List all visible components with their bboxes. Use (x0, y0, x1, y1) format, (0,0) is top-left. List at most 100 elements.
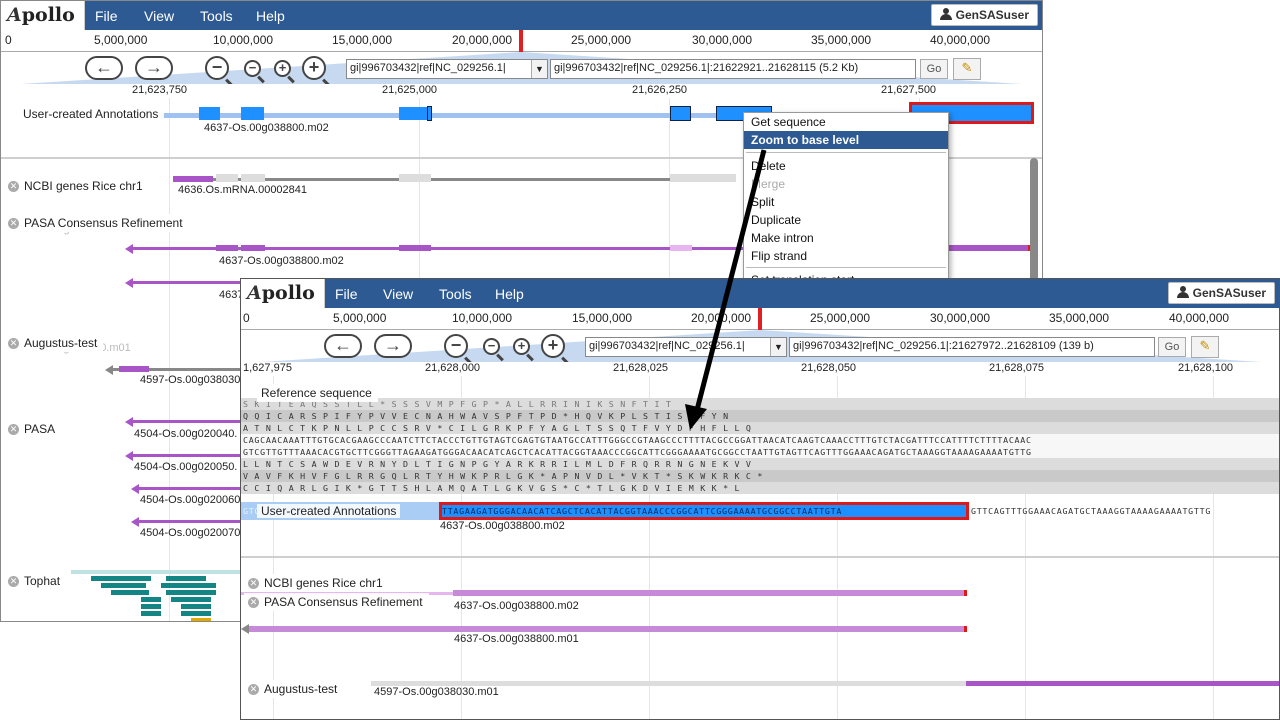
zoom-in-small-button[interactable]: + (513, 338, 530, 355)
zoom-in-small-button[interactable]: + (274, 60, 291, 77)
menu-flip-strand[interactable]: Flip strand (744, 247, 948, 265)
highlight-button[interactable]: ✎ (1191, 336, 1219, 358)
close-icon[interactable]: ✕ (8, 338, 19, 349)
tophat-read[interactable] (181, 611, 211, 616)
pasa-exon[interactable] (216, 245, 238, 251)
annotation-exon[interactable] (399, 107, 427, 120)
menu-delete[interactable]: Delete (744, 157, 948, 175)
menu-make-intron[interactable]: Make intron (744, 229, 948, 247)
augustus-exon[interactable] (119, 366, 149, 372)
close-icon[interactable]: ✕ (248, 578, 259, 589)
pan-left-button[interactable]: ← (324, 334, 362, 358)
pasa-transcript-line[interactable] (131, 454, 241, 457)
track-label-ncbi[interactable]: ✕ NCBI genes Rice chr1 (4, 177, 149, 195)
track-label-pasa-consensus[interactable]: ✕ PASA Consensus Refinement (244, 593, 429, 611)
pasa-transcript-line[interactable] (137, 487, 241, 490)
pasa-transcript-line[interactable] (137, 520, 241, 523)
annotation-exon[interactable] (427, 106, 432, 121)
track-label-augustus[interactable]: ✕ Augustus-test (244, 680, 344, 698)
menu-help[interactable]: Help (495, 286, 524, 302)
reference-sequence-select[interactable]: gi|996703432|ref|NC_029256.1| ▼ (346, 59, 548, 79)
ncbi-gene-exon[interactable] (241, 174, 265, 182)
tophat-read[interactable] (91, 576, 151, 581)
location-input[interactable]: gi|996703432|ref|NC_029256.1|:21627972..… (789, 337, 1155, 357)
pasa-transcript-line[interactable] (131, 281, 241, 284)
go-button[interactable]: Go (920, 59, 948, 79)
pan-right-button[interactable]: → (135, 56, 173, 80)
tophat-read[interactable] (111, 590, 149, 595)
track-label-tophat[interactable]: ✕ Tophat (4, 572, 67, 590)
track-label-reference-sequence[interactable]: Reference sequence (257, 384, 378, 402)
close-icon[interactable]: ✕ (8, 218, 19, 229)
augustus-exon[interactable] (966, 681, 1279, 686)
tophat-read[interactable] (71, 570, 241, 574)
menu-zoom-to-base-level[interactable]: Zoom to base level (744, 131, 948, 149)
ncbi-gene-exon[interactable] (216, 174, 238, 182)
menu-view[interactable]: View (144, 8, 174, 24)
close-icon[interactable]: ✕ (8, 181, 19, 192)
track-label-user-annotations[interactable]: User-created Annotations (257, 504, 401, 518)
menu-view[interactable]: View (383, 286, 413, 302)
ncbi-gene-exon[interactable] (399, 174, 431, 182)
track-label-pasa[interactable]: ✕ PASA (4, 420, 62, 438)
pan-left-button[interactable]: ← (85, 56, 123, 80)
track-label-pasa-consensus[interactable]: ✕ PASA Consensus Refinement (4, 214, 189, 232)
track-label-ncbi[interactable]: ✕ NCBI genes Rice chr1 (244, 574, 389, 592)
menu-split[interactable]: Split (744, 193, 948, 211)
pasa-exon[interactable] (241, 245, 265, 251)
tophat-read[interactable] (166, 590, 216, 595)
menu-duplicate[interactable]: Duplicate (744, 211, 948, 229)
overview-ruler[interactable]: 0 5,000,000 10,000,000 15,000,000 20,000… (1, 30, 1042, 52)
overview-position-marker[interactable] (758, 308, 762, 330)
location-input[interactable]: gi|996703432|ref|NC_029256.1|:21622921..… (550, 59, 916, 79)
tophat-read-mismatch[interactable] (191, 618, 211, 621)
tophat-read[interactable] (101, 583, 146, 588)
tophat-read[interactable] (141, 597, 161, 602)
tophat-read[interactable] (181, 604, 211, 609)
go-button[interactable]: Go (1158, 337, 1186, 357)
ncbi-gene-utr[interactable] (173, 176, 213, 182)
tophat-read[interactable] (141, 604, 161, 609)
ncbi-gene-exon[interactable] (670, 174, 736, 182)
pasa-exon[interactable] (247, 626, 967, 632)
pan-right-button[interactable]: → (374, 334, 412, 358)
zoom-out-small-button[interactable]: − (483, 338, 500, 355)
close-icon[interactable]: ✕ (8, 576, 19, 587)
menu-help[interactable]: Help (256, 8, 285, 24)
menu-get-sequence[interactable]: Get sequence (744, 113, 948, 131)
tophat-read[interactable] (161, 583, 216, 588)
menu-tools[interactable]: Tools (439, 286, 472, 302)
annotation-selected-sequence[interactable]: TTAGAAGATGGGACAACATCAGCTCACATTACGGTAAACC… (439, 502, 969, 520)
menu-file[interactable]: File (95, 8, 118, 24)
zoom-in-large-button[interactable]: + (541, 334, 565, 358)
pasa-transcript-line[interactable] (131, 420, 241, 423)
annotation-exon[interactable] (670, 106, 691, 121)
zoom-in-large-button[interactable]: + (302, 56, 326, 80)
user-button[interactable]: GenSASuser (1167, 282, 1275, 304)
pasa-exon[interactable] (949, 245, 1031, 251)
tophat-read[interactable] (171, 597, 211, 602)
reference-sequence-select[interactable]: gi|996703432|ref|NC_029256.1| ▼ (585, 337, 787, 357)
zoom-out-large-button[interactable]: − (205, 56, 229, 80)
annotation-exon[interactable] (199, 107, 220, 120)
pasa-exon[interactable] (399, 245, 431, 251)
highlight-button[interactable]: ✎ (953, 58, 981, 80)
close-icon[interactable]: ✕ (8, 424, 19, 435)
close-icon[interactable]: ✕ (248, 684, 259, 695)
annotation-exon[interactable] (241, 107, 264, 120)
menu-file[interactable]: File (335, 286, 358, 302)
zoom-out-large-button[interactable]: − (444, 334, 468, 358)
tophat-read[interactable] (166, 576, 206, 581)
track-label-user-annotations[interactable]: User-created Annotations (19, 105, 165, 123)
user-button[interactable]: GenSASuser (930, 4, 1038, 26)
pasa-exon[interactable] (453, 590, 967, 596)
tophat-read-pileup[interactable] (71, 570, 241, 621)
apollo-logo[interactable]: Apollo (1, 1, 85, 30)
menu-tools[interactable]: Tools (200, 8, 233, 24)
overview-position-marker[interactable] (519, 30, 523, 52)
apollo-logo[interactable]: Apollo (241, 279, 325, 308)
zoom-out-small-button[interactable]: − (244, 60, 261, 77)
close-icon[interactable]: ✕ (248, 597, 259, 608)
tophat-read[interactable] (141, 611, 161, 616)
pasa-exon[interactable] (670, 245, 692, 251)
